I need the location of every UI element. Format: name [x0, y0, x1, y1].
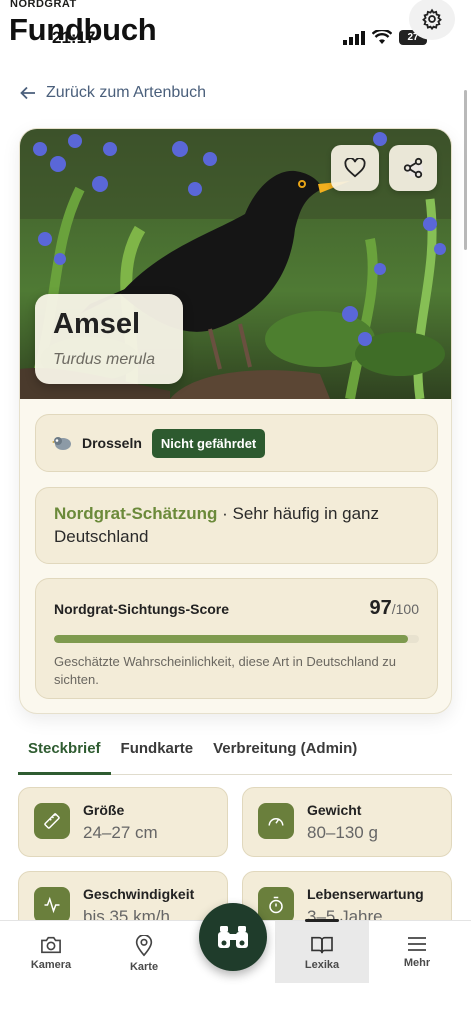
gauge-icon	[258, 803, 294, 839]
camera-icon	[41, 936, 61, 954]
fact-value: 80–130 g	[307, 823, 378, 842]
fact-label: Geschwindigkeit	[83, 886, 195, 902]
fact-card-size: Größe 24–27 cm	[18, 787, 228, 857]
arrow-left-icon	[20, 86, 35, 100]
tab-fundkarte[interactable]: Fundkarte	[111, 730, 204, 775]
tab-steckbrief[interactable]: Steckbrief	[18, 730, 111, 775]
nav-label: Karte	[129, 961, 159, 973]
heart-icon	[344, 158, 366, 178]
nav-label: Mehr	[403, 957, 431, 969]
status-time: 21:17	[52, 28, 96, 47]
fact-value: 24–27 cm	[83, 823, 158, 842]
family-panel: Drosseln Nicht gefährdet	[35, 414, 438, 472]
species-scientific-name: Turdus merula	[53, 351, 155, 368]
book-icon	[311, 936, 333, 954]
nav-item-map[interactable]: Karte	[97, 921, 191, 983]
scrollbar-thumb[interactable]	[464, 90, 467, 250]
photo-actions	[331, 145, 437, 191]
wifi-icon	[372, 30, 392, 44]
score-max: /100	[391, 601, 419, 617]
app-brand: NORDGRAT	[10, 0, 77, 10]
species-name-plate: Amsel Turdus merula	[35, 294, 183, 384]
conservation-status-badge: Nicht gefährdet	[151, 428, 266, 458]
cellular-signal-icon	[343, 30, 365, 45]
species-photo: Amsel Turdus merula	[20, 129, 451, 399]
favorite-button[interactable]	[331, 145, 379, 191]
sighting-score-panel: Nordgrat-Sichtungs-Score 97/100 Geschätz…	[35, 578, 438, 699]
settings-button[interactable]	[409, 0, 455, 40]
back-link-label: Zurück zum Artenbuch	[46, 84, 207, 101]
activity-icon	[34, 887, 70, 923]
gear-icon	[422, 8, 442, 30]
species-card: Amsel Turdus merula Drosseln Nicht gefäh…	[19, 128, 452, 714]
species-common-name: Amsel	[53, 308, 141, 340]
score-value: 97	[369, 597, 392, 619]
nav-item-lexika[interactable]: Lexika	[275, 919, 369, 983]
bird-family-icon	[52, 437, 71, 450]
nav-item-more[interactable]: Mehr	[370, 921, 464, 983]
tab-verbreitung[interactable]: Verbreitung (Admin)	[203, 730, 367, 775]
ruler-icon	[34, 803, 70, 839]
estimate-label: Nordgrat-Schätzung	[54, 504, 218, 523]
binoculars-fab[interactable]	[199, 903, 267, 971]
score-note: Geschätzte Wahrscheinlichkeit, diese Art…	[54, 654, 397, 687]
back-link[interactable]: Zurück zum Artenbuch	[20, 84, 206, 102]
nav-item-camera[interactable]: Kamera	[4, 921, 98, 983]
score-progress-fill	[54, 635, 409, 643]
nav-active-indicator	[305, 919, 339, 922]
map-pin-icon	[135, 935, 153, 957]
estimate-panel: Nordgrat-Schätzung · Sehr häufig in ganz…	[35, 487, 438, 564]
share-button[interactable]	[389, 145, 437, 191]
score-title: Nordgrat-Sichtungs-Score	[54, 601, 230, 617]
menu-icon	[408, 937, 426, 951]
share-icon	[403, 157, 423, 179]
binoculars-icon	[218, 926, 248, 948]
fact-label: Größe	[83, 802, 125, 818]
fact-card-weight: Gewicht 80–130 g	[242, 787, 452, 857]
nav-label: Kamera	[30, 959, 72, 971]
family-name: Drosseln	[82, 435, 142, 451]
nav-label: Lexika	[304, 959, 340, 971]
fact-label: Lebenserwartung	[307, 886, 424, 902]
timer-icon	[258, 887, 294, 923]
score-progress-track	[54, 635, 419, 643]
fact-label: Gewicht	[307, 802, 362, 818]
detail-tabs: Steckbrief Fundkarte Verbreitung (Admin)	[18, 730, 452, 775]
